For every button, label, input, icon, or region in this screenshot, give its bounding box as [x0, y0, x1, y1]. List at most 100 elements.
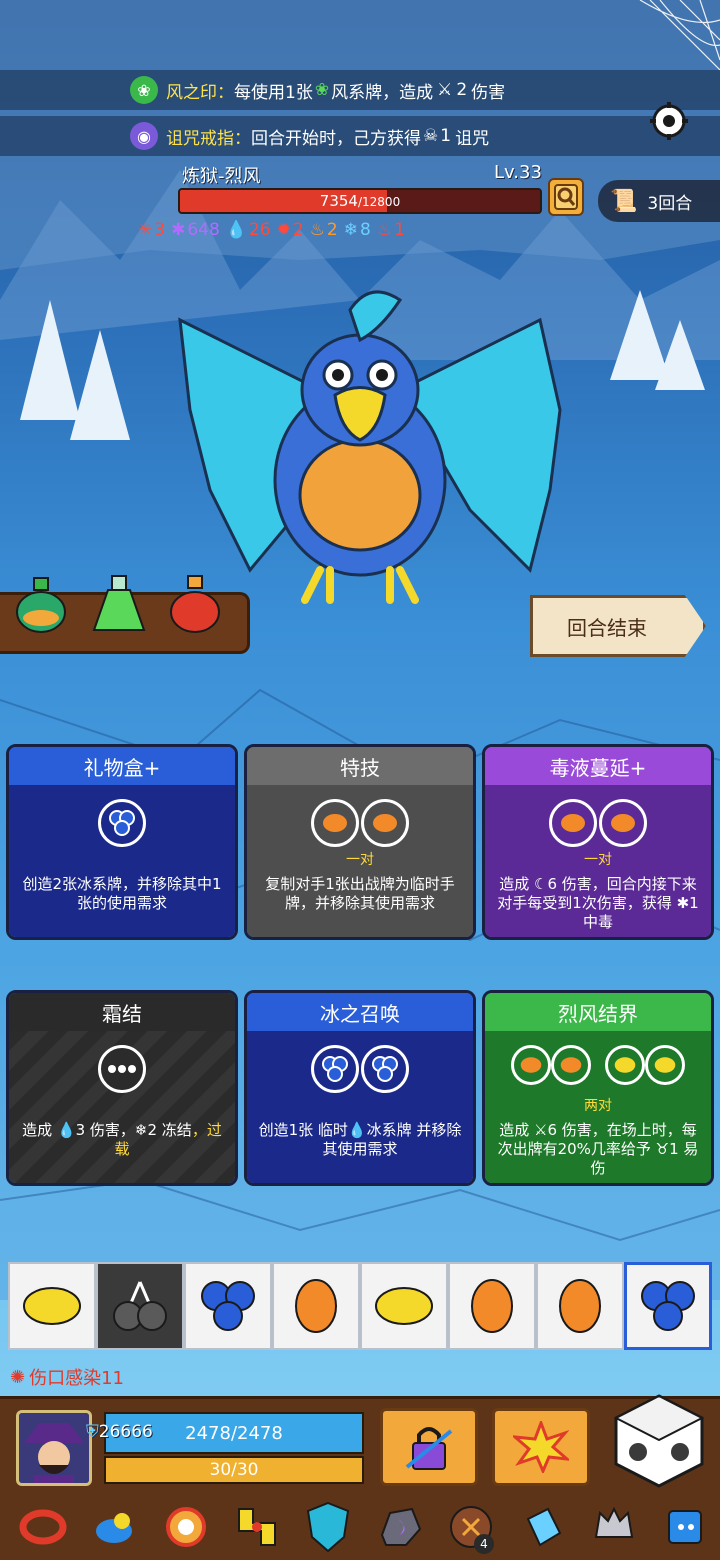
dragon-relic[interactable]: [585, 1498, 643, 1556]
card-frost-knot[interactable]: 霜结 造成 💧3 伤害，❄2 冻结，过载: [6, 990, 238, 1186]
fire-icon[interactable]: ♨ 2: [310, 220, 338, 240]
boss-level: Lv.33: [494, 162, 542, 183]
buff-curse-ring[interactable]: ◉ 诅咒戒指： 回合开始时，己方获得 ☠ 1 诅咒: [0, 116, 720, 156]
moon-stone-icon: [380, 1507, 421, 1546]
buff-wind-seal[interactable]: ❀ 风之印： 每使用1张 ❀ 风系牌，造成 ⚔ 2 伤害: [0, 70, 720, 110]
mango-slot-icon: [361, 799, 409, 847]
green-flask-icon[interactable]: [88, 574, 150, 634]
rune-relic[interactable]: [228, 1498, 286, 1556]
card-venom-spread[interactable]: 毒液蔓延+ 一对 造成 ☾6 伤害，回合内接下来对手每受到1次伤害，获得 ✱1 …: [482, 744, 714, 940]
mango-icon: [471, 1279, 513, 1333]
blueberry-icon: [201, 1281, 255, 1331]
ability-burst-button[interactable]: [492, 1408, 590, 1486]
rune-icon: [237, 1508, 276, 1546]
blueberry-slot-icon: [361, 1045, 409, 1093]
card-description: 创造2张冰系牌，并移除其中1张的使用需求: [22, 875, 222, 912]
mango-icon: [295, 1279, 337, 1333]
green-potion-icon[interactable]: [10, 574, 72, 634]
player-avatar[interactable]: [16, 1410, 92, 1486]
lemon-icon: [23, 1287, 81, 1325]
die-lemon[interactable]: [360, 1262, 448, 1350]
card-gale-barrier[interactable]: 烈风结界 两对 造成 ⚔6 伤害，在场上时，每次出牌有20%几率给予 ♉1 易伤: [482, 990, 714, 1186]
boss-hp-bar: 7354/12800: [178, 188, 542, 214]
flame-icon[interactable]: ♨ 1: [377, 220, 405, 240]
snowflake-icon[interactable]: ❄ 8: [344, 220, 371, 240]
magnifier-icon: [554, 184, 578, 210]
boss-status-effects: ✳ 3 ✱ 648 💧 26 ✹ 2 ♨ 2 ❄ 8 ♨ 1: [138, 220, 405, 240]
button-relic[interactable]: 4: [442, 1498, 500, 1556]
card-requirement: 一对: [584, 852, 612, 868]
mango-slot-icon: [549, 799, 597, 847]
bracelet-relic[interactable]: [14, 1498, 72, 1556]
red-potion-icon[interactable]: [164, 574, 226, 634]
any-die-slot-icon: [98, 1045, 146, 1093]
cherry-icon: [113, 1281, 167, 1331]
shield-relic[interactable]: [299, 1498, 357, 1556]
explosion-icon: [513, 1421, 569, 1473]
poison-splash-icon[interactable]: ✱ 648: [171, 220, 220, 240]
boss-name: 炼狱-烈风: [182, 166, 261, 187]
jade-shield-icon: [307, 1501, 350, 1553]
player-shield: ⛨26666: [86, 1422, 153, 1442]
card-title: 特技: [247, 747, 473, 785]
dragon-skull-icon: [594, 1506, 633, 1538]
wound-infection-status[interactable]: ✺ 伤口感染11: [10, 1364, 124, 1390]
mango-slot-icon: [511, 1045, 551, 1085]
die-lemon[interactable]: [8, 1262, 96, 1350]
end-turn-button[interactable]: 回合结束: [530, 595, 706, 657]
card-title: 冰之召唤: [247, 993, 473, 1031]
card-description: 创造1张 临时💧冰系牌 并移除其使用需求: [258, 1121, 462, 1158]
ability-lock-button[interactable]: [380, 1408, 478, 1486]
player-energy-bar: 30/30: [104, 1456, 364, 1484]
card-requirement: 一对: [346, 852, 374, 868]
curse-ring-icon: ◉: [130, 122, 158, 150]
card-title: 烈风结界: [485, 993, 711, 1031]
blueberry-slot-icon: [311, 1045, 359, 1093]
dice-hand: [8, 1262, 712, 1350]
inspect-button[interactable]: [548, 178, 584, 216]
blueberry-slot-icon: [98, 799, 146, 847]
roll-die-button[interactable]: [610, 1392, 708, 1490]
boss-hp-max: /12800: [357, 195, 401, 209]
card-stunt[interactable]: 特技 一对 复制对手1张出战牌为临时手牌，并移除其使用需求: [244, 744, 476, 940]
blood-drop-icon[interactable]: 💧 26: [226, 220, 271, 240]
shield-icon: ⛨: [86, 1422, 99, 1442]
gear-icon[interactable]: [648, 100, 690, 142]
die-mango[interactable]: [272, 1262, 360, 1350]
moonstone-relic[interactable]: [371, 1498, 429, 1556]
claw-icon[interactable]: ✳ 3: [138, 220, 165, 240]
die-blueberry[interactable]: [184, 1262, 272, 1350]
card-ice-summon[interactable]: 冰之召唤 创造1张 临时💧冰系牌 并移除其使用需求: [244, 990, 476, 1186]
relic-bar: 4: [14, 1498, 714, 1556]
lemon-slot-icon: [605, 1045, 645, 1085]
die-mango[interactable]: [536, 1262, 624, 1350]
card-title: 霜结: [9, 993, 235, 1031]
lemon-icon: [375, 1287, 433, 1325]
ice-bottle-relic[interactable]: [513, 1498, 571, 1556]
card-title: 礼物盒+: [9, 747, 235, 785]
card-title: 毒液蔓延+: [485, 747, 711, 785]
wound-icon: ✺: [10, 1366, 26, 1388]
sword-icon: ⚔: [437, 80, 453, 100]
relic-count-badge: 4: [473, 1534, 494, 1554]
leaf-icon: ❀: [130, 76, 158, 104]
fracture-icon[interactable]: ✹ 2: [277, 220, 304, 240]
die-cherry[interactable]: [96, 1262, 184, 1350]
lemon-slot-icon: [645, 1045, 685, 1085]
die-mango[interactable]: [448, 1262, 536, 1350]
ice-bottle-icon: [526, 1507, 562, 1547]
wizard-portrait-icon: [19, 1413, 89, 1483]
bird-relic[interactable]: [85, 1498, 143, 1556]
ice-cube-relic[interactable]: [656, 1498, 714, 1556]
card-description: 造成 ⚔6 伤害，在场上时，每次出牌有20%几率给予 ♉1 易伤: [497, 1121, 699, 1177]
skull-icon: ☠: [423, 126, 439, 146]
boss-hp-current: 7354: [319, 192, 358, 210]
scroll-icon: 📜: [610, 188, 638, 214]
ice-cube-icon: [667, 1510, 702, 1544]
card-requirement: 两对: [584, 1098, 612, 1114]
die-blueberry[interactable]: [624, 1262, 712, 1350]
mango-slot-icon: [551, 1045, 591, 1085]
card-gift-box[interactable]: 礼物盒+ 创造2张冰系牌，并移除其中1张的使用需求: [6, 744, 238, 940]
round-counter[interactable]: 📜 3回合: [598, 180, 720, 222]
ring-relic[interactable]: [157, 1498, 215, 1556]
